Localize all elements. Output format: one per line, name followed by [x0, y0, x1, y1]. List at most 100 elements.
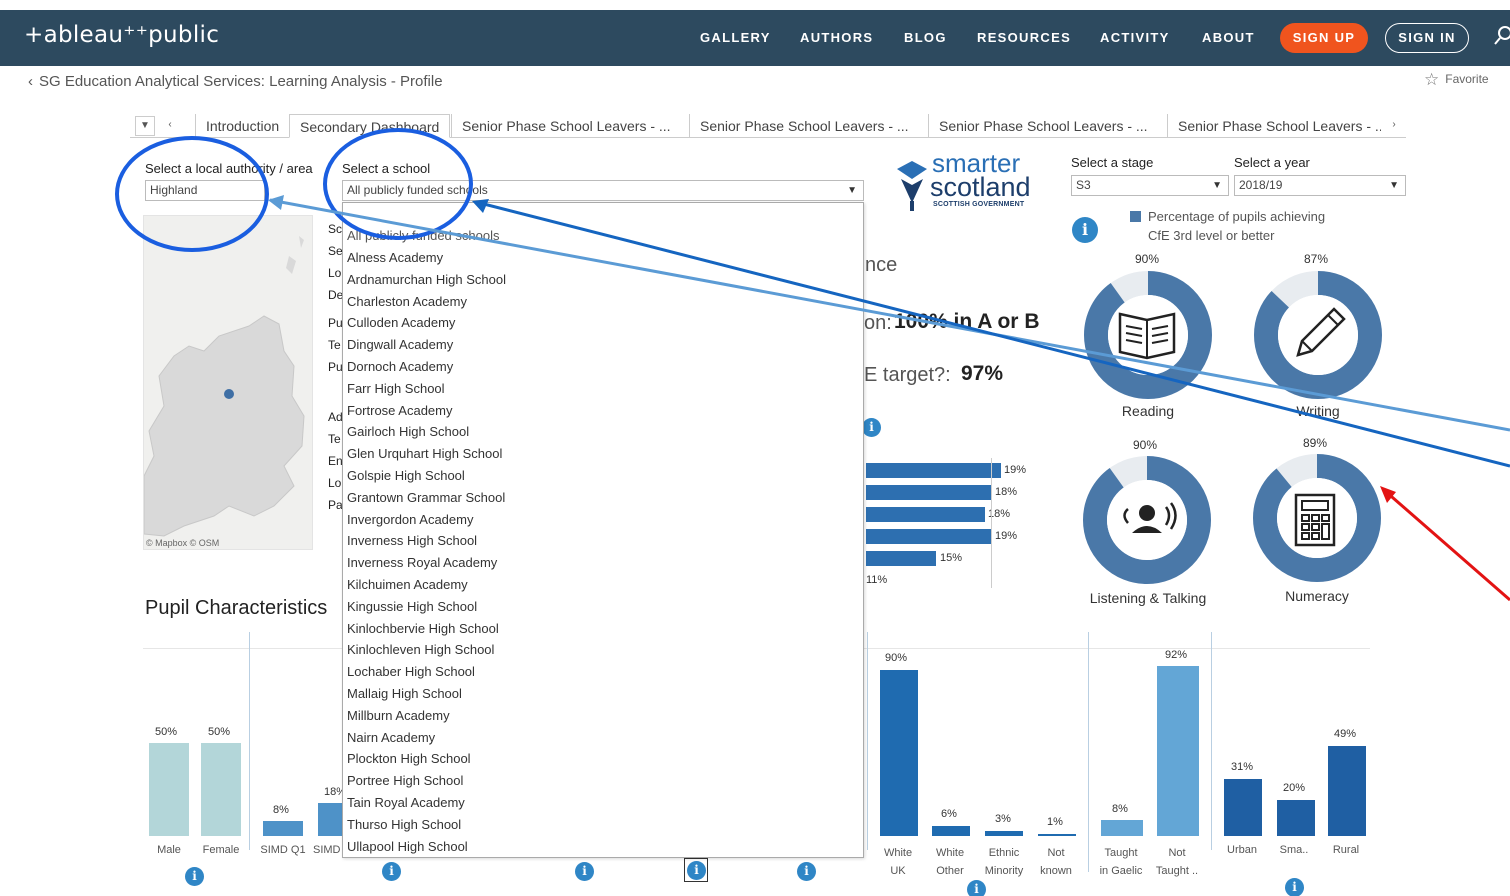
calculator-icon [1294, 493, 1336, 547]
donut-label: Writing [1296, 403, 1340, 419]
donut-pct: 87% [1303, 252, 1329, 266]
info-icon-focus-ring[interactable]: i [684, 858, 708, 882]
school-option[interactable]: Dornoch Academy [347, 359, 453, 374]
year-filter-value: 2018/19 [1239, 178, 1283, 192]
school-dropdown-list[interactable]: All publicly funded schools Alness Academ… [342, 202, 864, 858]
speaking-icon [1123, 502, 1177, 533]
info-icon[interactable]: i [797, 862, 816, 881]
school-option[interactable]: Thurso High School [347, 817, 461, 832]
school-option[interactable]: Mallaig High School [347, 686, 462, 701]
tab-scroll-right[interactable]: › [1384, 116, 1404, 136]
year-filter-select[interactable]: 2018/19 ▼ [1234, 175, 1406, 196]
bar-white-other [932, 826, 970, 836]
tab-senior-phase-1[interactable]: Senior Phase School Leavers - ... [451, 114, 688, 138]
info-icon[interactable]: i [382, 862, 401, 881]
book-icon [1118, 312, 1176, 360]
school-option[interactable]: Kilchuimen Academy [347, 577, 468, 592]
school-option[interactable]: Glen Urquhart High School [347, 446, 502, 461]
school-option[interactable]: Dingwall Academy [347, 337, 453, 352]
hbar-axis [991, 458, 992, 588]
school-option[interactable]: Ullapool High School [347, 839, 468, 854]
school-option[interactable]: Kinlochbervie High School [347, 621, 499, 636]
tab-secondary-dashboard[interactable]: Secondary Dashboard [289, 114, 450, 138]
hbar-value: 15% [940, 552, 963, 564]
school-option[interactable]: Portree High School [347, 773, 463, 788]
school-option[interactable]: Fortrose Academy [347, 403, 453, 418]
arrow-line-numeracy [1383, 488, 1510, 602]
sign-up-button[interactable]: SIGN UP [1280, 23, 1368, 53]
school-option[interactable]: Inverness Royal Academy [347, 555, 497, 570]
stage-filter-select[interactable]: S3 ▼ [1071, 175, 1229, 196]
bar-urban [1224, 779, 1262, 836]
tab-senior-phase-2[interactable]: Senior Phase School Leavers - ... [689, 114, 927, 138]
school-option[interactable]: Kingussie High School [347, 599, 477, 614]
school-option[interactable]: Golspie High School [347, 468, 465, 483]
school-option[interactable]: All publicly funded schools [347, 228, 499, 243]
school-map[interactable]: © Mapbox © OSM [143, 215, 313, 550]
legend-line1: Percentage of pupils achieving [1148, 209, 1326, 224]
school-option[interactable]: Kinlochleven High School [347, 642, 494, 657]
arrow-head [1380, 486, 1396, 503]
school-option[interactable]: Invergordon Academy [347, 512, 473, 527]
school-option[interactable]: Ardnamurchan High School [347, 272, 506, 287]
nav-authors[interactable]: AUTHORS [800, 30, 873, 45]
tableau-public-logo[interactable]: +ableau⁺⁺public [24, 22, 219, 48]
nav-gallery[interactable]: GALLERY [700, 30, 771, 45]
school-option[interactable]: Farr High School [347, 381, 445, 396]
chevron-left-icon[interactable]: ‹ [28, 73, 33, 90]
category-label: SIMD [313, 844, 341, 856]
school-option[interactable]: Charleston Academy [347, 294, 467, 309]
donut-label: Reading [1121, 403, 1175, 419]
tab-senior-phase-4[interactable]: Senior Phase School Leavers - ... [1167, 114, 1381, 138]
tab-introduction[interactable]: Introduction [195, 114, 288, 138]
legend-line2: CfE 3rd level or better [1148, 228, 1275, 243]
school-option[interactable]: Tain Royal Academy [347, 795, 465, 810]
hbar [866, 529, 992, 544]
info-icon[interactable]: i [967, 880, 986, 896]
info-icon[interactable]: i [575, 862, 594, 881]
school-option[interactable]: Alness Academy [347, 250, 443, 265]
info-icon[interactable]: i [1285, 878, 1304, 896]
chevron-down-icon: ▼ [1212, 180, 1222, 191]
hbar [866, 551, 936, 566]
smarter-scotland-emblem [897, 161, 927, 211]
nav-about[interactable]: ABOUT [1202, 30, 1255, 45]
breadcrumb[interactable]: ‹ SG Education Analytical Services: Learn… [28, 73, 443, 90]
info-icon[interactable]: i [1072, 217, 1098, 243]
nav-resources[interactable]: RESOURCES [977, 30, 1071, 45]
nav-blog[interactable]: BLOG [904, 30, 947, 45]
sign-in-button[interactable]: SIGN IN [1385, 23, 1469, 53]
breadcrumb-title: SG Education Analytical Services: Learni… [39, 73, 443, 90]
school-option[interactable]: Inverness High School [347, 533, 477, 548]
tab-senior-phase-3[interactable]: Senior Phase School Leavers - ... [928, 114, 1166, 138]
info-icon[interactable]: i [862, 418, 881, 437]
info-icon[interactable]: i [185, 867, 204, 886]
bar-not-known [1038, 834, 1076, 836]
school-option[interactable]: Plockton High School [347, 751, 471, 766]
tab-menu-dropdown[interactable]: ▼ [135, 116, 155, 136]
star-icon: ☆ [1424, 70, 1440, 89]
bar-value: 20% [1283, 782, 1306, 794]
legend-swatch [1130, 211, 1141, 222]
school-option[interactable]: Nairn Academy [347, 730, 435, 745]
school-option[interactable]: Culloden Academy [347, 315, 455, 330]
school-option[interactable]: Grantown Grammar School [347, 490, 505, 505]
panel-divider [249, 632, 250, 850]
category-label: SIMD Q1 [260, 844, 306, 856]
bar-simd [318, 803, 342, 836]
favorite-label: Favorite [1445, 72, 1489, 86]
search-icon[interactable] [1494, 24, 1510, 48]
school-option[interactable]: Gairloch High School [347, 424, 469, 439]
favorite-button[interactable]: ☆ Favorite [1424, 70, 1489, 90]
category-label: Ethnic Minority [984, 847, 1024, 877]
info-icon[interactable]: i [687, 861, 706, 880]
stage-filter-label: Select a stage [1071, 155, 1154, 170]
nav-activity[interactable]: ACTIVITY [1100, 30, 1170, 45]
hbar-value: 19% [995, 530, 1018, 542]
category-label: Taught in Gaelic [1099, 847, 1143, 877]
school-filter-select[interactable]: All publicly funded schools ▼ [342, 180, 864, 201]
tab-scroll-left[interactable]: ‹ [160, 116, 180, 136]
school-option[interactable]: Millburn Academy [347, 708, 450, 723]
school-option[interactable]: Lochaber High School [347, 664, 475, 679]
la-filter-select[interactable]: Highland [145, 180, 265, 201]
